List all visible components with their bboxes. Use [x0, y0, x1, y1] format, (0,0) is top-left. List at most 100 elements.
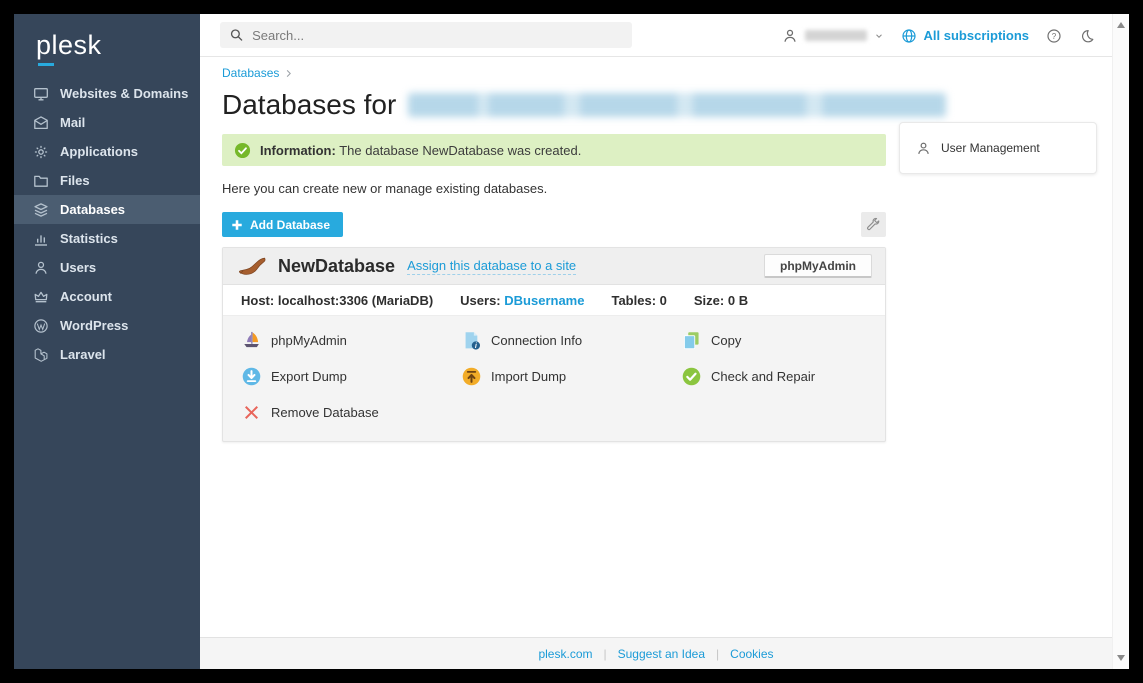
tool-import-dump[interactable]: Import Dump [461, 364, 681, 389]
settings-wrench-button[interactable] [861, 212, 886, 237]
user-management-label: User Management [941, 141, 1040, 155]
tool-export-dump[interactable]: Export Dump [241, 364, 461, 389]
assign-database-link[interactable]: Assign this database to a site [407, 258, 576, 275]
sidebar-item-wordpress[interactable]: WordPress [14, 311, 200, 340]
sidebar-item-mail[interactable]: Mail [14, 108, 200, 137]
dark-mode-toggle[interactable] [1079, 28, 1095, 44]
vertical-scrollbar[interactable] [1112, 14, 1129, 669]
users-value-link[interactable]: DBusername [504, 293, 584, 308]
tool-label: phpMyAdmin [271, 333, 347, 348]
main-area: All subscriptions ? Databases Databases … [200, 14, 1112, 669]
sidebar-item-label: Laravel [60, 347, 106, 362]
tool-label: Export Dump [271, 369, 347, 384]
phpmyadmin-header-button[interactable]: phpMyAdmin [764, 254, 872, 278]
tool-label: Connection Info [491, 333, 582, 348]
connection-info-icon: i [461, 330, 482, 351]
sidebar-item-label: Files [60, 173, 90, 188]
sidebar-item-label: Statistics [60, 231, 118, 246]
footer-link-suggest-an-idea[interactable]: Suggest an Idea [618, 647, 705, 661]
crown-icon [33, 289, 49, 305]
page-body: Databases Databases for Information: The… [200, 57, 1112, 637]
tables-label: Tables: [611, 293, 656, 308]
sidebar-item-label: Websites & Domains [60, 86, 188, 101]
tool-remove-database[interactable]: Remove Database [241, 400, 461, 425]
import-dump-icon [461, 366, 482, 387]
plesk-logo[interactable]: plesk [36, 29, 200, 66]
tables-value: 0 [660, 293, 667, 308]
database-card-header: NewDatabase Assign this database to a si… [223, 248, 885, 285]
sidebar-item-label: Account [60, 289, 112, 304]
info-banner-text: Information: The database NewDatabase wa… [260, 143, 581, 158]
sidebar-item-laravel[interactable]: Laravel [14, 340, 200, 369]
info-banner-message: The database NewDatabase was created. [339, 143, 581, 158]
sidebar-item-label: Mail [60, 115, 85, 130]
footer-separator: | [604, 647, 607, 661]
export-dump-icon [241, 366, 262, 387]
mariadb-seal-icon [236, 256, 266, 276]
user-menu[interactable] [782, 28, 884, 44]
tool-copy[interactable]: Copy [681, 328, 867, 353]
user-name-redacted [805, 30, 867, 41]
add-database-button[interactable]: Add Database [222, 212, 343, 237]
topbar-right: All subscriptions ? [782, 14, 1095, 57]
tool-label: Copy [711, 333, 741, 348]
tool-phpmyadmin[interactable]: phpMyAdmin [241, 328, 461, 353]
scrollbar-up-arrow-icon[interactable] [1117, 22, 1125, 28]
sidebar-item-websites-domains[interactable]: Websites & Domains [14, 79, 200, 108]
laravel-icon [33, 347, 49, 363]
all-subscriptions-label: All subscriptions [924, 28, 1029, 43]
database-card: NewDatabase Assign this database to a si… [222, 247, 886, 442]
search-box [220, 22, 632, 48]
folder-icon [33, 173, 49, 189]
globe-icon [901, 28, 917, 44]
topbar: All subscriptions ? [200, 14, 1112, 57]
plus-icon [231, 219, 243, 231]
copy-icon [681, 330, 702, 351]
all-subscriptions-link[interactable]: All subscriptions [901, 28, 1029, 44]
mail-icon [33, 115, 49, 131]
info-banner: Information: The database NewDatabase wa… [222, 134, 886, 166]
footer-link-cookies[interactable]: Cookies [730, 647, 773, 661]
sidebar-item-files[interactable]: Files [14, 166, 200, 195]
sidebar-item-account[interactable]: Account [14, 282, 200, 311]
sidebar-item-users[interactable]: Users [14, 253, 200, 282]
tool-connection-info[interactable]: i Connection Info [461, 328, 681, 353]
size-label: Size: [694, 293, 724, 308]
tool-label: Remove Database [271, 405, 379, 420]
help-button[interactable]: ? [1046, 28, 1062, 44]
breadcrumb-link-databases[interactable]: Databases [222, 66, 279, 80]
user-management-person-icon [916, 141, 931, 156]
page-title-prefix: Databases for [222, 88, 396, 122]
plesk-logo-accent-bar [38, 63, 54, 66]
sidebar-item-applications[interactable]: Applications [14, 137, 200, 166]
info-banner-label: Information: [260, 143, 336, 158]
page-title: Databases for [222, 88, 1112, 122]
user-management-panel[interactable]: User Management [899, 122, 1097, 174]
plesk-logo-text: plesk [36, 30, 102, 60]
sidebar-item-label: Applications [60, 144, 138, 159]
database-stack-icon [33, 202, 49, 218]
host-info: Host: localhost:3306 (MariaDB) [241, 293, 433, 308]
sidebar: plesk Websites & Domains Mail Applicatio… [14, 14, 200, 669]
sidebar-item-label: Users [60, 260, 96, 275]
search-input[interactable] [252, 28, 623, 43]
app-window: plesk Websites & Domains Mail Applicatio… [14, 14, 1129, 669]
gear-icon [33, 144, 49, 160]
search-icon [229, 27, 244, 43]
users-label: Users: [460, 293, 500, 308]
footer-separator: | [716, 647, 719, 661]
size-info: Size: 0 B [694, 293, 748, 308]
tool-check-and-repair[interactable]: Check and Repair [681, 364, 867, 389]
intro-text: Here you can create new or manage existi… [222, 181, 1112, 196]
phpmyadmin-sailboat-icon [241, 330, 262, 351]
bar-chart-icon [33, 231, 49, 247]
sidebar-item-databases[interactable]: Databases [14, 195, 200, 224]
size-value: 0 B [728, 293, 748, 308]
scrollbar-down-arrow-icon[interactable] [1117, 655, 1125, 661]
database-info-row: Host: localhost:3306 (MariaDB) Users: DB… [223, 285, 885, 316]
tool-label: Check and Repair [711, 369, 815, 384]
chevron-down-icon [874, 31, 884, 41]
footer-link-plesk-com[interactable]: plesk.com [538, 647, 592, 661]
sidebar-item-statistics[interactable]: Statistics [14, 224, 200, 253]
sidebar-item-label: WordPress [60, 318, 128, 333]
